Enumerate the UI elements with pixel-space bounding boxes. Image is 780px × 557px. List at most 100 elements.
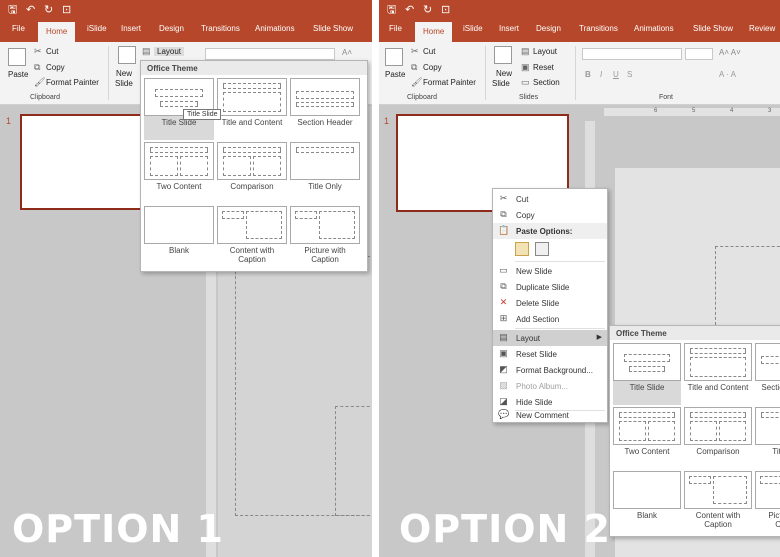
layout-title-content[interactable]: Title and Content bbox=[217, 78, 287, 140]
layout-blank[interactable]: Blank bbox=[144, 206, 214, 272]
layout-name: Two Content bbox=[156, 182, 202, 191]
layout-thumb bbox=[755, 343, 780, 381]
format-painter-button[interactable]: Format Painter bbox=[423, 78, 476, 87]
layout-section-header[interactable]: Section Header bbox=[290, 78, 360, 140]
layout-blank[interactable]: Blank bbox=[613, 471, 681, 537]
tab-home[interactable]: Home bbox=[38, 22, 76, 42]
layout-comparison[interactable]: Comparison bbox=[684, 407, 752, 469]
paste-button[interactable]: Paste bbox=[8, 70, 28, 79]
paste-button[interactable]: Paste bbox=[385, 70, 405, 79]
layout-content-caption[interactable]: Content with Caption bbox=[217, 206, 287, 272]
tab-review[interactable]: Review bbox=[749, 24, 775, 33]
new-slide-label-2: Slide bbox=[115, 79, 133, 88]
duplicate-slide-icon: ⧉ bbox=[500, 281, 507, 291]
font-size-box[interactable] bbox=[685, 48, 713, 60]
hide-slide-icon: ◪ bbox=[499, 396, 508, 406]
layout-name: Picture with Caption bbox=[304, 246, 346, 264]
group-separator bbox=[108, 46, 109, 100]
font-grow-icon[interactable]: A˄ bbox=[342, 48, 352, 57]
undo-icon[interactable]: ↶ bbox=[26, 3, 35, 17]
italic-icon[interactable]: I bbox=[600, 70, 602, 79]
layout-comparison[interactable]: Comparison bbox=[217, 142, 287, 204]
menu-item-delete-slide[interactable]: ✕ Delete Slide bbox=[493, 295, 607, 311]
layout-title-content[interactable]: Title and Content bbox=[684, 343, 752, 405]
present-icon[interactable]: ⊡ bbox=[62, 3, 71, 17]
layout-name: Content with Caption bbox=[695, 511, 741, 529]
menu-item-copy[interactable]: ⧉ Copy bbox=[493, 207, 607, 223]
menu-item-cut[interactable]: ✂ Cut bbox=[493, 191, 607, 207]
font-grow-icon[interactable]: A˄ A˅ bbox=[719, 48, 741, 57]
new-slide-icon: ▭ bbox=[499, 265, 508, 275]
bold-icon[interactable]: B bbox=[585, 70, 591, 79]
paste-picture-icon[interactable] bbox=[535, 242, 549, 256]
layout-thumb bbox=[217, 206, 287, 244]
tab-design[interactable]: Design bbox=[159, 24, 184, 33]
layout-button[interactable]: Layout bbox=[154, 47, 185, 56]
tab-islide[interactable]: iSlide bbox=[463, 24, 483, 33]
redo-icon[interactable]: ↻ bbox=[423, 3, 432, 17]
copy-button[interactable]: Copy bbox=[423, 63, 442, 72]
menu-item-label: Format Background... bbox=[516, 366, 593, 375]
layout-title-slide[interactable]: Title Slide bbox=[613, 343, 681, 405]
layout-content-caption[interactable]: Content with Caption bbox=[684, 471, 752, 537]
layout-thumb bbox=[755, 407, 780, 445]
layout-button[interactable]: Layout bbox=[533, 47, 557, 56]
cut-button[interactable]: Cut bbox=[423, 47, 435, 56]
layout-title-only[interactable]: Title Only bbox=[290, 142, 360, 204]
tab-insert[interactable]: Insert bbox=[121, 24, 141, 33]
font-name-box[interactable] bbox=[205, 48, 335, 60]
menu-item-add-section[interactable]: ⊞ Add Section bbox=[493, 311, 607, 327]
tab-home[interactable]: Home bbox=[415, 22, 453, 42]
tab-animations[interactable]: Animations bbox=[634, 24, 674, 33]
present-icon[interactable]: ⊡ bbox=[441, 3, 450, 17]
tab-insert[interactable]: Insert bbox=[499, 24, 519, 33]
layout-title-only[interactable]: Title Only bbox=[755, 407, 780, 469]
strikethrough-icon[interactable]: S bbox=[627, 70, 632, 79]
menu-item-new-comment[interactable]: 💬 New Comment bbox=[493, 407, 607, 423]
layout-picture-caption[interactable]: Picture with Caption bbox=[755, 471, 780, 537]
layout-thumb bbox=[290, 142, 360, 180]
undo-icon[interactable]: ↶ bbox=[405, 3, 414, 17]
menu-item-duplicate-slide[interactable]: ⧉ Duplicate Slide bbox=[493, 279, 607, 295]
layout-section-header[interactable]: Section Header bbox=[755, 343, 780, 405]
tab-slide-show[interactable]: Slide Show bbox=[693, 24, 733, 33]
tab-design[interactable]: Design bbox=[536, 24, 561, 33]
menu-item-reset-slide[interactable]: ▣ Reset Slide bbox=[493, 346, 607, 362]
underline-icon[interactable]: U bbox=[613, 70, 619, 79]
tab-file[interactable]: File bbox=[389, 24, 402, 33]
layout-name: Section Header bbox=[761, 383, 780, 392]
layout-name: Title and Content bbox=[687, 383, 749, 392]
layout-thumb bbox=[217, 78, 287, 116]
tab-transitions[interactable]: Transitions bbox=[579, 24, 618, 33]
copy-button[interactable]: Copy bbox=[46, 63, 65, 72]
tab-animations[interactable]: Animations bbox=[255, 24, 295, 33]
font-color-icon[interactable]: A · A bbox=[719, 70, 736, 79]
scissors-icon: ✂ bbox=[411, 46, 419, 56]
menu-item-layout[interactable]: ▤ Layout ▶ bbox=[493, 330, 607, 346]
paste-keep-formatting-icon[interactable] bbox=[515, 242, 529, 256]
new-slide-button[interactable]: New bbox=[496, 69, 512, 78]
tab-file[interactable]: File bbox=[12, 24, 25, 33]
slide-thumbnail[interactable] bbox=[20, 114, 144, 210]
menu-item-new-slide[interactable]: ▭ New Slide bbox=[493, 263, 607, 279]
save-icon[interactable]: 🖫 bbox=[8, 3, 17, 17]
submenu-arrow-icon: ▶ bbox=[596, 334, 602, 341]
save-icon[interactable]: 🖫 bbox=[387, 3, 396, 17]
cut-button[interactable]: Cut bbox=[46, 47, 58, 56]
reset-icon: ▣ bbox=[521, 62, 530, 72]
new-slide-button[interactable]: New bbox=[116, 69, 132, 78]
tab-transitions[interactable]: Transitions bbox=[201, 24, 240, 33]
redo-icon[interactable]: ↻ bbox=[44, 3, 53, 17]
tab-islide[interactable]: iSlide bbox=[87, 24, 107, 33]
new-slide-icon bbox=[494, 46, 512, 64]
reset-button[interactable]: Reset bbox=[533, 63, 554, 72]
format-painter-button[interactable]: Format Painter bbox=[46, 78, 99, 87]
layout-two-content[interactable]: Two Content bbox=[613, 407, 681, 469]
layout-picture-caption[interactable]: Picture with Caption bbox=[290, 206, 360, 272]
menu-item-format-background[interactable]: ◩ Format Background... bbox=[493, 362, 607, 378]
font-name-box[interactable] bbox=[582, 48, 682, 60]
layout-two-content[interactable]: Two Content bbox=[144, 142, 214, 204]
clipboard-group-label: Clipboard bbox=[30, 94, 60, 101]
section-button[interactable]: Section bbox=[533, 78, 560, 87]
tab-slide-show[interactable]: Slide Show bbox=[313, 24, 353, 33]
